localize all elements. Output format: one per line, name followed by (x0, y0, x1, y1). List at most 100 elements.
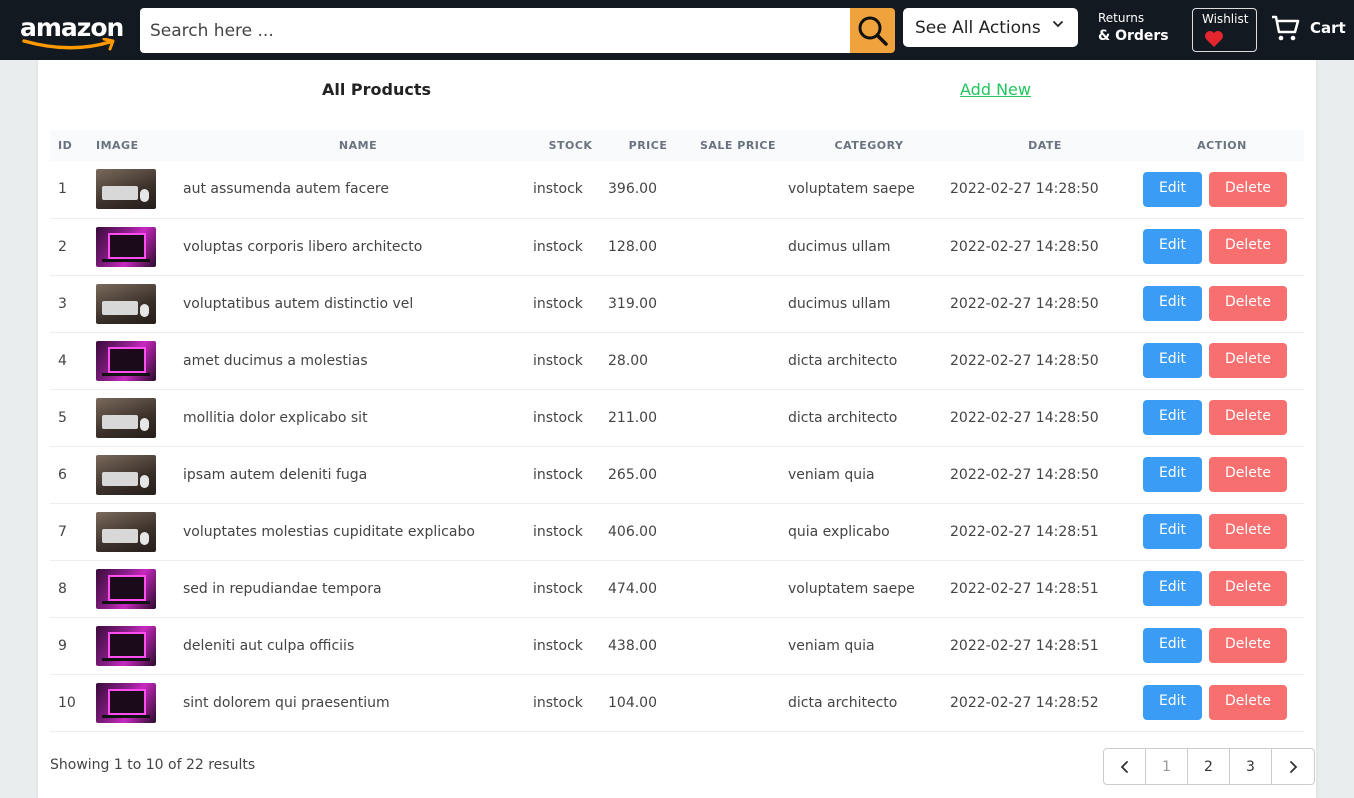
cart-icon (1272, 15, 1300, 41)
see-all-actions-dropdown[interactable]: See All Actions (903, 8, 1078, 47)
edit-button[interactable]: Edit (1143, 171, 1202, 207)
cell-actions: Edit Delete (1140, 218, 1304, 275)
product-thumbnail-keyboard[interactable] (96, 454, 156, 495)
chevron-left-icon (1120, 760, 1128, 773)
cell-id: 10 (58, 694, 76, 711)
pagination-next-button[interactable] (1272, 749, 1314, 784)
cell-name: voluptates molestias cupiditate explicab… (183, 523, 475, 540)
cell-stock: instock (533, 637, 583, 654)
cell-image (96, 389, 183, 446)
column-header-price: PRICE (628, 139, 668, 152)
cell-name: deleniti aut culpa officiis (183, 637, 355, 654)
table-row: 2 voluptas corporis libero architecto inst… (50, 218, 1304, 275)
cell-actions: Edit Delete (1140, 674, 1304, 731)
cell-actions: Edit Delete (1140, 503, 1304, 560)
pagination-page-2[interactable]: 2 (1188, 749, 1230, 784)
products-card: All Products Add New ID IMAGE NAME STOCK… (38, 60, 1316, 798)
cell-price: 211.00 (608, 409, 657, 426)
cell-stock: instock (533, 466, 583, 483)
delete-button[interactable]: Delete (1209, 343, 1287, 378)
delete-button[interactable]: Delete (1209, 286, 1287, 321)
table-row: 3 voluptatibus autem distinctio vel instoc… (50, 275, 1304, 332)
edit-button[interactable]: Edit (1143, 628, 1202, 663)
delete-button[interactable]: Delete (1209, 229, 1287, 264)
cell-name: sed in repudiandae tempora (183, 580, 382, 597)
delete-button[interactable]: Delete (1209, 514, 1287, 549)
cell-price: 396.00 (608, 181, 657, 198)
delete-button[interactable]: Delete (1209, 628, 1287, 663)
edit-button[interactable]: Edit (1143, 343, 1202, 378)
column-header-stock: STOCK (548, 139, 593, 152)
product-thumbnail-keyboard[interactable] (96, 169, 156, 210)
delete-button[interactable]: Delete (1209, 457, 1287, 492)
page-title: All Products (322, 80, 432, 99)
edit-button[interactable]: Edit (1143, 286, 1202, 321)
cell-category: veniam quia (788, 637, 875, 654)
cell-price: 104.00 (608, 694, 657, 711)
cell-category: dicta architecto (788, 694, 898, 711)
search-icon (858, 16, 888, 46)
cell-id: 2 (58, 238, 67, 255)
product-thumbnail-pc[interactable] (96, 340, 156, 381)
delete-button[interactable]: Delete (1209, 571, 1287, 606)
cell-sale-price (688, 389, 788, 446)
cell-image (96, 446, 183, 503)
cart-link[interactable]: Cart (1270, 14, 1346, 42)
edit-button[interactable]: Edit (1143, 685, 1202, 720)
search-input[interactable] (140, 8, 850, 53)
edit-button[interactable]: Edit (1143, 514, 1202, 549)
cell-actions: Edit Delete (1140, 560, 1304, 617)
product-thumbnail-keyboard[interactable] (96, 283, 156, 324)
amazon-logo[interactable]: amazon (20, 14, 124, 52)
pagination-page-3[interactable]: 3 (1230, 749, 1272, 784)
cell-id: 1 (58, 181, 67, 198)
pagination-prev-button[interactable] (1104, 749, 1146, 784)
table-row: 4 amet ducimus a molestias instock 28.00 dic… (50, 332, 1304, 389)
product-thumbnail-pc[interactable] (96, 226, 156, 267)
table-row: 10 sint dolorem qui praesentium instock 104… (50, 674, 1304, 731)
cell-date: 2022-02-27 14:28:51 (950, 580, 1099, 597)
product-thumbnail-pc[interactable] (96, 625, 156, 666)
cell-sale-price (688, 332, 788, 389)
table-header-row: ID IMAGE NAME STOCK PRICE SALE PRICE CAT… (50, 130, 1304, 161)
pagination-page-1[interactable]: 1 (1146, 749, 1188, 784)
cell-stock: instock (533, 580, 583, 597)
column-header-name: NAME (338, 139, 378, 152)
cell-name: amet ducimus a molestias (183, 352, 368, 369)
product-thumbnail-keyboard[interactable] (96, 511, 156, 552)
wishlist-button[interactable]: Wishlist (1192, 8, 1257, 52)
cell-image (96, 674, 183, 731)
edit-button[interactable]: Edit (1143, 457, 1202, 492)
add-new-link[interactable]: Add New (960, 80, 1031, 99)
table-row: 8 sed in repudiandae tempora instock 474.00… (50, 560, 1304, 617)
edit-button[interactable]: Edit (1143, 229, 1202, 264)
products-table: ID IMAGE NAME STOCK PRICE SALE PRICE CAT… (50, 130, 1304, 732)
cell-date: 2022-02-27 14:28:50 (950, 181, 1099, 198)
delete-button[interactable]: Delete (1209, 400, 1287, 435)
product-thumbnail-pc[interactable] (96, 682, 156, 723)
cell-id: 7 (58, 523, 67, 540)
edit-button[interactable]: Edit (1143, 400, 1202, 435)
delete-button[interactable]: Delete (1209, 171, 1287, 207)
cell-price: 438.00 (608, 637, 657, 654)
cell-stock: instock (533, 181, 583, 198)
smile-arrow-icon (22, 38, 115, 51)
cell-name: aut assumenda autem facere (183, 181, 389, 198)
cell-id: 3 (58, 295, 67, 312)
cell-actions: Edit Delete (1140, 161, 1304, 218)
returns-orders-link[interactable]: Returns & Orders (1098, 10, 1169, 46)
cell-stock: instock (533, 238, 583, 255)
cell-id: 9 (58, 637, 67, 654)
column-header-image: IMAGE (96, 139, 139, 152)
cell-category: ducimus ullam (788, 295, 891, 312)
product-thumbnail-pc[interactable] (96, 568, 156, 609)
delete-button[interactable]: Delete (1209, 685, 1287, 720)
cell-sale-price (688, 503, 788, 560)
cell-date: 2022-02-27 14:28:50 (950, 238, 1099, 255)
edit-button[interactable]: Edit (1143, 571, 1202, 606)
product-thumbnail-keyboard[interactable] (96, 397, 156, 438)
cell-actions: Edit Delete (1140, 275, 1304, 332)
search-button[interactable] (850, 8, 895, 53)
cell-category: dicta architecto (788, 409, 898, 426)
returns-label: Returns (1098, 11, 1145, 25)
